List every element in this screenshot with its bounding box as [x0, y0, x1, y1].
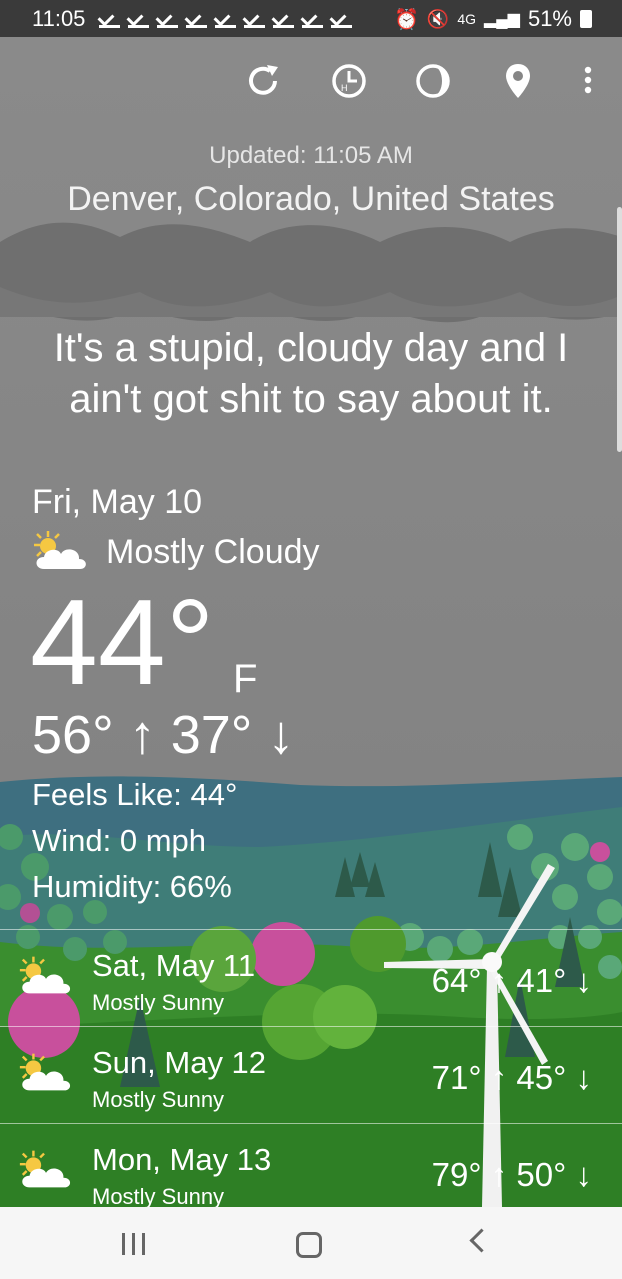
network-label: 4G — [457, 11, 476, 27]
recents-icon[interactable] — [122, 1233, 145, 1255]
check-icon — [244, 10, 266, 28]
arrow-up-icon: ↑ — [490, 1156, 508, 1193]
low-temp: 37° — [170, 705, 253, 765]
current-temperature: 44° — [30, 574, 215, 710]
current-condition: Mostly Cloudy — [106, 533, 320, 571]
quip-line-1: It's a stupid, cloudy day and I — [53, 326, 569, 370]
forecast-row[interactable]: Sat, May 11 Mostly Sunny 64° ↑ 41° ↓ — [0, 929, 622, 1026]
mostly-sunny-icon — [19, 1150, 71, 1188]
signal-icon: ▂▄▆ — [484, 11, 520, 28]
refresh-icon[interactable] — [243, 61, 283, 101]
weather-scene: H Updated: 11:05 AM Denver, Colorado, Un… — [0, 37, 622, 1207]
scrollbar[interactable] — [617, 207, 622, 452]
theme-icon[interactable] — [413, 61, 453, 101]
forecast-high: 64° — [431, 962, 482, 999]
forecast-desc: Mostly Sunny — [92, 1087, 225, 1112]
check-icon — [215, 10, 237, 28]
arrow-down-icon: ↓ — [575, 962, 593, 999]
history-icon[interactable]: H — [329, 61, 369, 101]
mostly-sunny-icon — [19, 1053, 71, 1091]
status-bar: 11:05 ⏰ 🔇 4G ▂▄▆ 51% — [0, 0, 622, 37]
humidity: Humidity: 66% — [32, 869, 232, 904]
arrow-down-icon: ↓ — [575, 1059, 593, 1096]
navigation-bar — [0, 1207, 622, 1279]
check-icon — [273, 10, 295, 28]
location-pin-icon[interactable] — [498, 61, 538, 101]
wind-speed: Wind: 0 mph — [32, 823, 207, 858]
quip-line-2: ain't got shit to say about it. — [69, 377, 553, 421]
check-icon — [331, 10, 353, 28]
more-vert-icon[interactable] — [568, 61, 608, 101]
forecast-row[interactable]: Mon, May 13 Mostly Sunny 79° ↑ 50° ↓ — [0, 1123, 622, 1207]
pink-blossom — [20, 903, 40, 923]
check-icon — [186, 10, 208, 28]
status-time: 11:05 — [32, 5, 86, 31]
feels-like: Feels Like: 44° — [32, 777, 238, 812]
notification-icons — [99, 10, 353, 28]
forecast-low: 45° — [516, 1059, 567, 1096]
status-right: ⏰ 🔇 4G ▂▄▆ 51% — [394, 6, 592, 32]
forecast-low: 50° — [516, 1156, 567, 1193]
home-icon[interactable] — [296, 1232, 322, 1258]
location-label[interactable]: Denver, Colorado, United States — [0, 180, 622, 219]
forecast-low: 41° — [516, 962, 567, 999]
battery-label: 51% — [527, 6, 572, 31]
high-temp: 56° — [32, 705, 114, 765]
arrow-down-icon: ↓ — [575, 1156, 593, 1193]
forecast-high-low: 71° ↑ 45° ↓ — [432, 1059, 592, 1097]
arrow-up-icon: ↑ — [128, 705, 156, 765]
weather-quip: It's a stupid, cloudy day and I ain't go… — [0, 323, 622, 425]
forecast-day: Sat, May 11 — [92, 948, 256, 983]
temperature-unit[interactable]: F — [233, 657, 257, 702]
check-icon — [302, 10, 324, 28]
toolbar: H — [0, 37, 622, 122]
current-high-low: 56° ↑ 37° ↓ — [32, 704, 294, 766]
alarm-icon: ⏰ — [393, 8, 419, 31]
forecast-high: 79° — [431, 1156, 482, 1193]
partly-cloudy-icon — [34, 531, 86, 569]
arrow-up-icon: ↑ — [490, 1059, 508, 1096]
pink-blossom — [590, 842, 610, 862]
updated-time: Updated: 11:05 AM — [209, 142, 413, 169]
mostly-sunny-icon — [19, 956, 71, 994]
current-date: Fri, May 10 — [32, 483, 203, 521]
back-icon[interactable] — [469, 1228, 494, 1253]
check-icon — [157, 10, 179, 28]
arrow-down-icon: ↓ — [267, 705, 295, 765]
arrow-up-icon: ↑ — [490, 962, 508, 999]
battery-icon — [580, 10, 592, 28]
forecast-desc: Mostly Sunny — [92, 1184, 225, 1207]
forecast-desc: Mostly Sunny — [92, 990, 225, 1015]
forecast-high-low: 79° ↑ 50° ↓ — [432, 1156, 592, 1194]
mute-icon: 🔇 — [426, 8, 450, 29]
forecast-row[interactable]: Sun, May 12 Mostly Sunny 71° ↑ 45° ↓ — [0, 1026, 622, 1123]
forecast-day: Mon, May 13 — [92, 1142, 272, 1177]
forecast-high: 71° — [431, 1059, 482, 1096]
forecast-high-low: 64° ↑ 41° ↓ — [432, 962, 592, 1000]
check-icon — [99, 10, 121, 28]
svg-text:H: H — [341, 83, 348, 93]
forecast-day: Sun, May 12 — [92, 1045, 267, 1080]
check-icon — [128, 10, 150, 28]
